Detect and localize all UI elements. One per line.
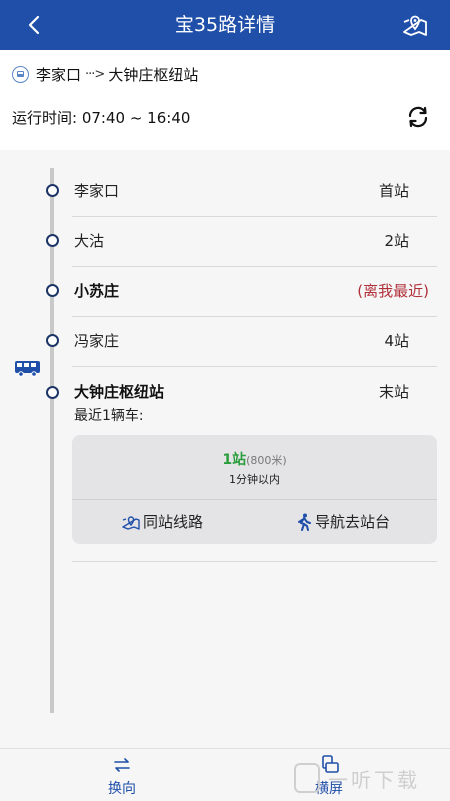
stop-name: 李家口 [74,182,120,200]
stop-dot [46,334,59,347]
same-station-routes-button[interactable]: 同站线路 [122,499,203,544]
navigate-label: 导航去站台 [315,513,391,531]
refresh-icon [408,106,428,128]
stop-dot [46,386,59,399]
refresh-button[interactable] [406,105,430,129]
watermark-text: 一听下载 [328,767,420,792]
terminal-name: 大钟庄枢纽站 [74,383,165,401]
nearest-bus-label: 最近1辆车: [74,408,144,424]
stop-item[interactable]: 大沽 2站 [46,216,437,267]
map-route-icon [122,515,140,530]
swap-direction-button[interactable]: 换向 [82,749,162,801]
stop-name: 冯家庄 [74,332,120,350]
route-direction: 李家口 ···> 大钟庄枢纽站 [12,63,198,85]
time-label: 运行时间: [12,109,78,127]
stop-name: 小苏庄 [74,282,120,300]
nearest-badge: (离我最近) [357,282,429,300]
map-pin-icon [403,15,427,36]
stop-status: 2站 [384,232,409,250]
watermark: 一听下载 [290,756,450,800]
terminal-status: 末站 [378,383,409,401]
stop-status: 首站 [378,182,409,200]
swap-arrows-icon [114,758,130,772]
swap-label: 换向 [108,781,136,797]
stop-item-nearest[interactable]: 小苏庄 (离我最近) [46,266,437,317]
stop-dot [46,184,59,197]
stop-dot [46,234,59,247]
map-button[interactable] [402,13,428,37]
route-info-panel: 李家口 ···> 大钟庄枢纽站 运行时间: 07:40 ~ 16:40 [0,50,450,150]
stop-list: 李家口 首站 大沽 2站 小苏庄 (离我最近) 冯家庄 4站 大钟庄枢纽站 末站… [0,150,450,750]
stop-item-terminal[interactable]: 大钟庄枢纽站 末站 最近1辆车: 1站(800米) 1分钟以内 同站线路 导航去… [46,375,437,562]
stop-item[interactable]: 李家口 首站 [46,166,437,217]
bus-distance: (800米) [246,454,287,467]
bus-icon [12,65,29,83]
same-station-label: 同站线路 [143,513,204,531]
navigate-to-platform-button[interactable]: 导航去站台 [296,499,390,544]
stop-name: 大沽 [74,232,105,250]
route-arrow: ···> [85,66,105,82]
route-line [50,168,54,713]
route-to: 大钟庄枢纽站 [108,65,199,84]
page-title: 宝35路详情 [174,14,276,36]
walking-person-icon [298,513,311,531]
bus-position-icon [14,358,42,378]
watermark-logo-icon [294,763,320,793]
stop-dot [46,284,59,297]
arrival-eta: 1分钟以内 [229,473,280,486]
stop-item[interactable]: 冯家庄 4站 [46,316,437,367]
arrival-card: 1站(800米) 1分钟以内 同站线路 导航去站台 [72,435,437,544]
stop-status: 4站 [384,332,409,350]
operating-hours: 运行时间: 07:40 ~ 16:40 [12,107,190,128]
time-range: 07:40 ~ 16:40 [81,109,191,127]
route-from: 李家口 [36,65,82,84]
app-header: 宝35路详情 [0,0,450,50]
stops-away: 1站(800米) [72,449,437,469]
stops-away-count: 1站 [222,452,247,468]
